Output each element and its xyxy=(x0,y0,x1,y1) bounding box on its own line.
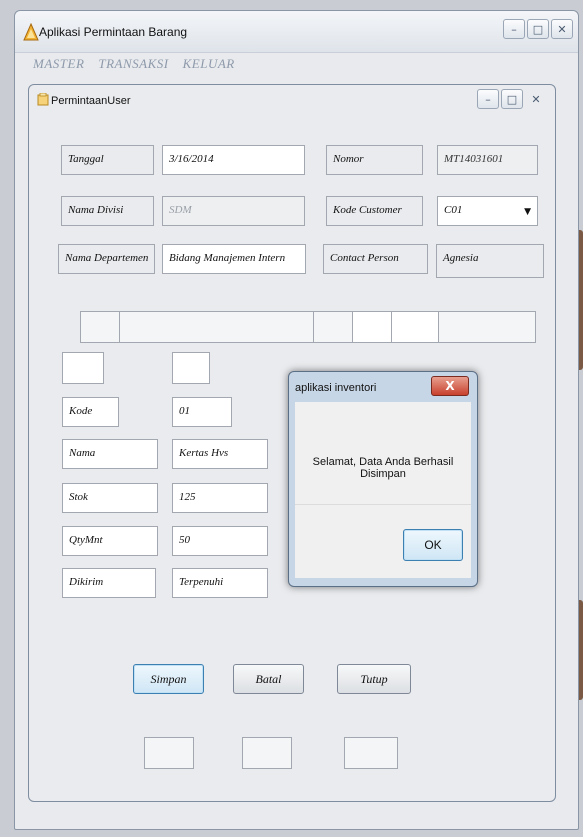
child-window-title: PermintaanUser xyxy=(51,95,131,107)
menu-master[interactable]: MASTER xyxy=(33,56,84,72)
menu-keluar[interactable]: KELUAR xyxy=(183,56,235,72)
dialog-message: Selamat, Data Anda Berhasil Disimpan xyxy=(312,456,454,480)
divisi-field[interactable]: SDM xyxy=(162,196,305,226)
qty-label: QtyMnt xyxy=(62,526,158,556)
dikirim-field[interactable]: Terpenuhi xyxy=(172,568,268,598)
contact-field[interactable]: Agnesia xyxy=(436,244,544,278)
empty-field[interactable] xyxy=(172,352,210,384)
child-titlebar: PermintaanUser – □ ✕ xyxy=(29,85,555,113)
menubar: MASTER TRANSAKSI KELUAR xyxy=(15,53,578,75)
tanggal-field[interactable]: 3/16/2014 xyxy=(162,145,305,175)
kode-field[interactable]: 01 xyxy=(172,397,232,427)
empty-field[interactable] xyxy=(344,737,398,769)
dialog-body: Selamat, Data Anda Berhasil Disimpan OK xyxy=(295,402,471,578)
dialog-close-button[interactable]: X xyxy=(431,376,469,396)
dialog-ok-button[interactable]: OK xyxy=(403,529,463,561)
close-button[interactable]: ✕ xyxy=(551,19,573,39)
tutup-button[interactable]: Tutup xyxy=(337,664,411,694)
maximize-button[interactable]: □ xyxy=(527,19,549,39)
empty-field[interactable] xyxy=(242,737,292,769)
departemen-field[interactable]: Bidang Manajemen Intern xyxy=(162,244,306,274)
empty-field[interactable] xyxy=(391,311,439,343)
minimize-button[interactable]: – xyxy=(503,19,525,39)
nomor-field[interactable]: MT14031601 xyxy=(437,145,538,175)
empty-field[interactable] xyxy=(144,737,194,769)
simpan-button[interactable]: Simpan xyxy=(133,664,204,694)
child-minimize-button[interactable]: – xyxy=(477,89,499,109)
batal-button[interactable]: Batal xyxy=(233,664,304,694)
child-maximize-button[interactable]: □ xyxy=(501,89,523,109)
empty-field[interactable] xyxy=(313,311,353,343)
empty-field[interactable] xyxy=(438,311,536,343)
qty-field[interactable]: 50 xyxy=(172,526,268,556)
customer-label: Kode Customer xyxy=(326,196,423,226)
app-title: Aplikasi Permintaan Barang xyxy=(39,25,188,39)
customer-selected-value: C01 xyxy=(444,204,463,216)
empty-field[interactable] xyxy=(119,311,315,343)
nama-field[interactable]: Kertas Hvs xyxy=(172,439,268,469)
nama-label: Nama xyxy=(62,439,158,469)
stok-field[interactable]: 125 xyxy=(172,483,268,513)
customer-dropdown[interactable]: C01 ▼ xyxy=(437,196,538,226)
contact-label: Contact Person xyxy=(323,244,428,274)
tanggal-label: Tanggal xyxy=(61,145,154,175)
empty-field[interactable] xyxy=(352,311,392,343)
child-window-controls: – □ ✕ xyxy=(477,89,547,109)
divisi-label: Nama Divisi xyxy=(61,196,154,226)
nomor-label: Nomor xyxy=(326,145,423,175)
empty-field[interactable] xyxy=(62,352,104,384)
stok-label: Stok xyxy=(62,483,158,513)
menu-transaksi[interactable]: TRANSAKSI xyxy=(98,56,168,72)
kode-label: Kode xyxy=(62,397,119,427)
main-window-controls: – □ ✕ xyxy=(503,19,573,39)
form-icon xyxy=(37,93,49,106)
dikirim-label: Dikirim xyxy=(62,568,156,598)
dialog-title: aplikasi inventori xyxy=(295,382,377,394)
chevron-down-icon[interactable]: ▼ xyxy=(524,207,531,217)
message-dialog: aplikasi inventori X Selamat, Data Anda … xyxy=(288,371,478,587)
empty-field[interactable] xyxy=(80,311,120,343)
main-titlebar: Aplikasi Permintaan Barang – □ ✕ xyxy=(15,11,578,53)
app-logo-icon xyxy=(23,23,39,41)
departemen-label: Nama Departemen xyxy=(58,244,155,274)
child-close-button[interactable]: ✕ xyxy=(525,89,547,109)
